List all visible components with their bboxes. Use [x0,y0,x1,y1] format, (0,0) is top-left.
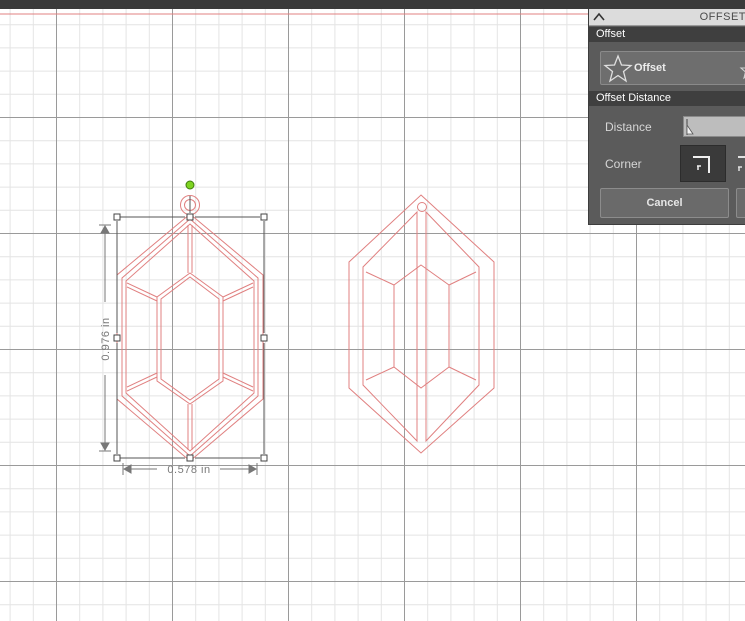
corner-round-icon [738,156,745,171]
chevron-up-icon[interactable] [592,10,606,24]
offset-button[interactable]: Offset [600,51,745,85]
resize-handles[interactable] [113,213,268,462]
star-icon [603,54,633,83]
resize-handle-left[interactable] [113,334,121,342]
corner-label: Corner [605,157,642,171]
offset-button-label: Offset [634,62,666,74]
width-dimension-label: 0.578 in [167,464,210,476]
corner-square-icon [693,156,710,173]
slider-thumb-icon[interactable] [686,119,698,135]
resize-handle-top-right[interactable] [260,213,268,221]
star-icon [739,67,745,80]
height-dimension-label: 0.976 in [100,317,112,360]
section-header-offset-distance: Offset Distance [589,91,745,106]
resize-handle-bottom[interactable] [186,454,194,462]
panel-title-bar[interactable]: OFFSET [589,9,745,26]
corner-square-button[interactable] [680,145,726,182]
corner-round-button[interactable] [733,145,745,182]
resize-handle-top[interactable] [186,213,194,221]
section-header-offset: Offset [589,27,745,42]
panel-title: OFFSET [699,11,745,23]
resize-handle-right[interactable] [260,334,268,342]
selected-gem-shape[interactable] [116,195,264,462]
apply-button[interactable] [736,188,745,218]
app-top-bar [0,0,745,9]
resize-handle-bottom-right[interactable] [260,454,268,462]
resize-handle-top-left[interactable] [113,213,121,221]
cancel-button[interactable]: Cancel [600,188,729,218]
rotate-handle[interactable] [185,180,195,190]
resize-handle-bottom-left[interactable] [113,454,121,462]
distance-slider[interactable] [683,116,745,137]
offset-panel: OFFSET Offset Offset Offset Distance Dis… [588,9,745,225]
distance-label: Distance [605,120,652,134]
